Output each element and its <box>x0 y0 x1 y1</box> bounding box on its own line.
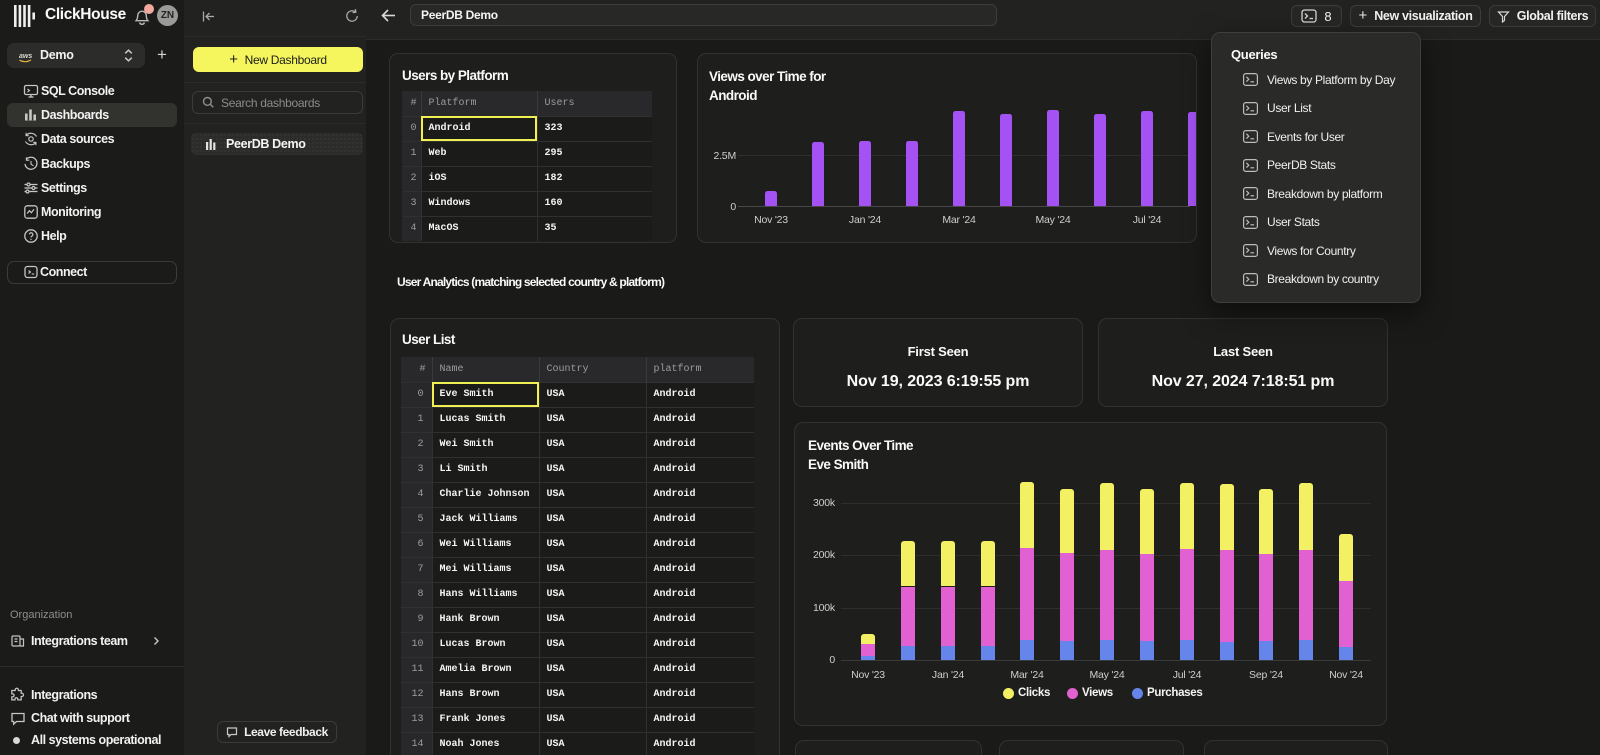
svg-text:aws: aws <box>19 53 32 60</box>
